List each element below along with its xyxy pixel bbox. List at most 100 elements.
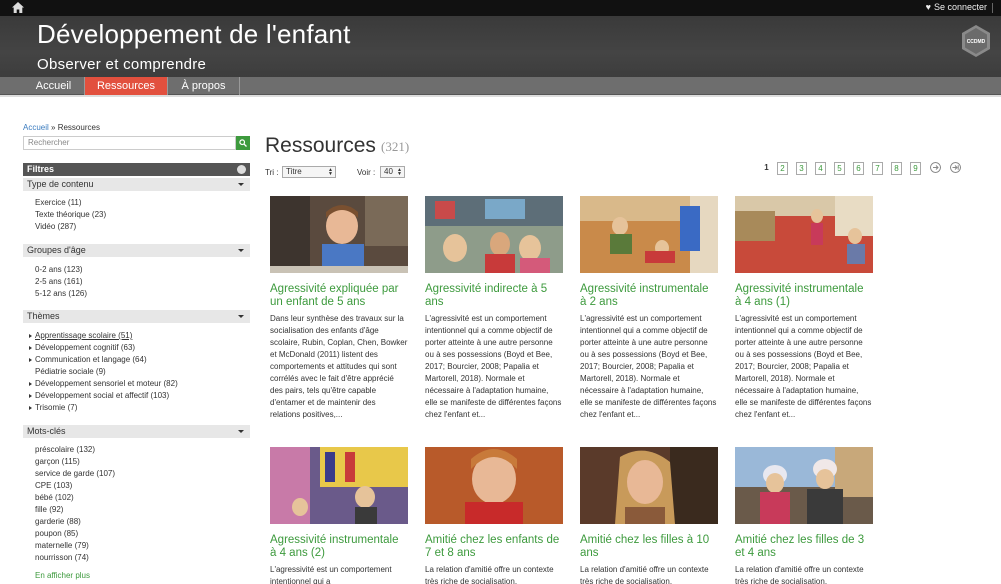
resource-card[interactable]: Agressivité instrumentale à 4 ans (1) L'… bbox=[735, 196, 873, 421]
last-page-icon[interactable] bbox=[950, 162, 961, 173]
filter-item[interactable]: maternelle (79) bbox=[35, 540, 115, 552]
page-link[interactable]: 8 bbox=[891, 162, 902, 175]
video-thumbnail[interactable] bbox=[425, 196, 563, 273]
video-thumbnail[interactable] bbox=[580, 447, 718, 524]
page-link[interactable]: 6 bbox=[853, 162, 864, 175]
page-link[interactable]: 9 bbox=[910, 162, 921, 175]
ccdmd-logo[interactable]: CCDMD bbox=[959, 24, 993, 58]
video-thumbnail[interactable] bbox=[735, 447, 873, 524]
search-button[interactable] bbox=[236, 136, 250, 150]
login-link[interactable]: ♥ Se connecter bbox=[926, 2, 987, 12]
caret-down-icon bbox=[238, 315, 244, 318]
filter-section-title: Mots-clés bbox=[27, 426, 66, 436]
login-label: Se connecter bbox=[933, 2, 987, 12]
show-more-link[interactable]: En afficher plus bbox=[35, 571, 90, 580]
video-thumbnail[interactable] bbox=[425, 447, 563, 524]
resource-card[interactable]: Amitié chez les filles à 10 ans La relat… bbox=[580, 447, 718, 584]
filter-item[interactable]: garçon (115) bbox=[35, 456, 115, 468]
caret-down-icon bbox=[238, 249, 244, 252]
filter-item[interactable]: Texte théorique (23) bbox=[35, 209, 106, 221]
expand-arrow-icon[interactable] bbox=[29, 346, 32, 350]
filter-item[interactable]: Développement cognitif (63) bbox=[29, 342, 178, 354]
nav-ressources[interactable]: Ressources bbox=[85, 77, 168, 95]
next-page-icon[interactable] bbox=[930, 162, 941, 173]
sort-select[interactable]: Titre ▲ ▼ bbox=[282, 166, 336, 178]
filter-item[interactable]: fille (92) bbox=[35, 504, 115, 516]
filter-item[interactable]: garderie (88) bbox=[35, 516, 115, 528]
expand-arrow-icon[interactable] bbox=[29, 394, 32, 398]
search-input[interactable]: Rechercher bbox=[23, 136, 236, 150]
filter-list-keywords: préscolaire (132) garçon (115) service d… bbox=[35, 444, 115, 564]
card-title[interactable]: Agressivité instrumentale à 4 ans (1) bbox=[735, 283, 873, 309]
filter-item[interactable]: préscolaire (132) bbox=[35, 444, 115, 456]
divider bbox=[992, 3, 993, 13]
filter-section-themes[interactable]: Thèmes bbox=[23, 310, 250, 323]
filter-item[interactable]: Vidéo (287) bbox=[35, 221, 106, 233]
filter-item[interactable]: bébé (102) bbox=[35, 492, 115, 504]
card-title[interactable]: Amitié chez les filles à 10 ans bbox=[580, 534, 718, 560]
expand-arrow-icon[interactable] bbox=[29, 334, 32, 338]
card-description: La relation d'amitié offre un contexte t… bbox=[580, 565, 709, 584]
video-thumbnail[interactable] bbox=[580, 196, 718, 273]
home-icon[interactable] bbox=[12, 2, 24, 13]
filter-item[interactable]: Développement social et affectif (103) bbox=[29, 390, 178, 402]
resource-card[interactable]: Agressivité instrumentale à 2 ans L'agre… bbox=[580, 196, 718, 421]
site-title[interactable]: Développement de l'enfant bbox=[37, 19, 351, 50]
card-title[interactable]: Agressivité instrumentale à 2 ans bbox=[580, 283, 718, 309]
resource-card[interactable]: Agressivité expliquée par un enfant de 5… bbox=[270, 196, 408, 421]
page-link[interactable]: 5 bbox=[834, 162, 845, 175]
page-link[interactable]: 7 bbox=[872, 162, 883, 175]
page-link[interactable]: 3 bbox=[796, 162, 807, 175]
filter-section-age[interactable]: Groupes d'âge bbox=[23, 244, 250, 257]
filter-item[interactable]: 2-5 ans (161) bbox=[35, 276, 87, 288]
resource-card[interactable]: Amitié chez les filles de 3 et 4 ans La … bbox=[735, 447, 873, 584]
filter-item[interactable]: poupon (85) bbox=[35, 528, 115, 540]
card-title[interactable]: Agressivité instrumentale à 4 ans (2) bbox=[270, 534, 408, 560]
reset-filters-icon[interactable] bbox=[237, 165, 246, 174]
expand-arrow-icon[interactable] bbox=[29, 406, 32, 410]
card-title[interactable]: Amitié chez les filles de 3 et 4 ans bbox=[735, 534, 873, 560]
card-title[interactable]: Agressivité indirecte à 5 ans bbox=[425, 283, 563, 309]
page-link[interactable]: 2 bbox=[777, 162, 788, 175]
breadcrumb-home[interactable]: Accueil bbox=[23, 123, 49, 132]
filter-item[interactable]: Exercice (11) bbox=[35, 197, 106, 209]
expand-arrow-icon[interactable] bbox=[29, 358, 32, 362]
filter-list-type: Exercice (11) Texte théorique (23) Vidéo… bbox=[35, 197, 106, 233]
filter-item[interactable]: 0-2 ans (123) bbox=[35, 264, 87, 276]
nav-a-propos[interactable]: À propos bbox=[168, 77, 240, 95]
filter-item[interactable]: service de garde (107) bbox=[35, 468, 115, 480]
filter-section-type[interactable]: Type de contenu bbox=[23, 178, 250, 191]
video-thumbnail[interactable] bbox=[270, 447, 408, 524]
filters-title: Filtres bbox=[27, 164, 55, 174]
video-thumbnail[interactable] bbox=[270, 196, 408, 273]
card-title[interactable]: Amitié chez les enfants de 7 et 8 ans bbox=[425, 534, 563, 560]
divider bbox=[0, 95, 1001, 97]
card-title[interactable]: Agressivité expliquée par un enfant de 5… bbox=[270, 283, 408, 309]
filter-item[interactable]: Développement sensoriel et moteur (82) bbox=[29, 378, 178, 390]
filter-item[interactable]: Trisomie (7) bbox=[29, 402, 178, 414]
card-description: L'agressivité est un comportement intent… bbox=[425, 314, 562, 419]
filters-header: Filtres bbox=[23, 163, 250, 176]
filter-item[interactable]: 5-12 ans (126) bbox=[35, 288, 87, 300]
filter-section-keywords[interactable]: Mots-clés bbox=[23, 425, 250, 438]
logo-text: CCDMD bbox=[967, 39, 986, 45]
filter-item[interactable]: Pédiatrie sociale (9) bbox=[35, 366, 178, 378]
filter-item[interactable]: Communication et langage (64) bbox=[29, 354, 178, 366]
card-description: La relation d'amitié offre un contexte t… bbox=[735, 565, 864, 584]
per-page-select[interactable]: 40 ▲ ▼ bbox=[380, 166, 405, 178]
result-count: (321) bbox=[381, 139, 410, 154]
resource-card[interactable]: Agressivité indirecte à 5 ans L'agressiv… bbox=[425, 196, 563, 421]
resource-card[interactable]: Amitié chez les enfants de 7 et 8 ans La… bbox=[425, 447, 563, 584]
caret-down-icon bbox=[238, 430, 244, 433]
filter-item[interactable]: CPE (103) bbox=[35, 480, 115, 492]
breadcrumb-current: Ressources bbox=[57, 123, 100, 132]
filter-item[interactable]: nourrisson (74) bbox=[35, 552, 115, 564]
page-link[interactable]: 4 bbox=[815, 162, 826, 175]
resource-card[interactable]: Agressivité instrumentale à 4 ans (2) L'… bbox=[270, 447, 408, 584]
filter-section-title: Thèmes bbox=[27, 311, 60, 321]
filter-item[interactable]: Apprentissage scolaire (51) bbox=[29, 330, 178, 342]
search-icon bbox=[239, 139, 247, 147]
expand-arrow-icon[interactable] bbox=[29, 382, 32, 386]
nav-accueil[interactable]: Accueil bbox=[23, 77, 85, 95]
video-thumbnail[interactable] bbox=[735, 196, 873, 273]
